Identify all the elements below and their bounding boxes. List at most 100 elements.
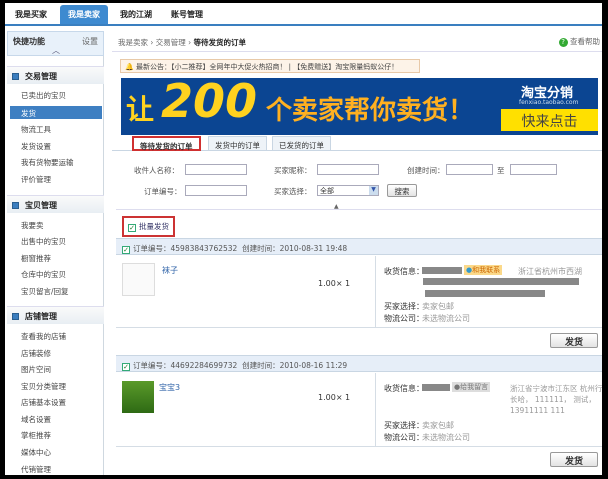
page: 我是买家 我是卖家 我的江湖 账号管理 快捷功能 设置 ︿ 交易管理 已卖出的宝… bbox=[5, 3, 602, 475]
sidebar-item[interactable]: 评价管理 bbox=[21, 174, 51, 185]
section-items[interactable]: 宝贝管理 bbox=[7, 195, 104, 213]
help-icon: ? bbox=[558, 38, 568, 47]
tab-shipped[interactable]: 已发货的订单 bbox=[272, 136, 331, 151]
product-thumbnail[interactable] bbox=[122, 263, 155, 296]
to-label: 至 bbox=[497, 166, 505, 175]
order-no-input[interactable] bbox=[185, 185, 247, 196]
sidebar-item[interactable]: 物流工具 bbox=[21, 124, 51, 135]
collapse-icon bbox=[12, 202, 19, 209]
sidebar-item[interactable]: 我要卖 bbox=[21, 220, 44, 231]
tab-waiting[interactable]: 等待发货的订单 bbox=[132, 136, 201, 151]
recv-label: 收货信息： bbox=[384, 384, 424, 393]
sidebar-item[interactable]: 仓库中的宝贝 bbox=[21, 269, 66, 280]
settings-link[interactable]: 设置 bbox=[82, 36, 98, 47]
ad-banner[interactable]: 让 200 个卖家帮你卖货！ 淘宝分销 fenxiao.taobao.com 快… bbox=[121, 78, 598, 135]
sidebar-item[interactable]: 出售中的宝贝 bbox=[21, 236, 66, 247]
quick-panel: 快捷功能 设置 ︿ bbox=[7, 31, 104, 56]
crumb-seller[interactable]: 我是卖家 bbox=[118, 38, 148, 47]
section-title: 店铺管理 bbox=[25, 312, 57, 321]
tab-account[interactable]: 账号管理 bbox=[171, 9, 203, 20]
banner-cta[interactable]: 快来点击 bbox=[501, 109, 598, 131]
sidebar-item[interactable]: 域名设置 bbox=[21, 414, 51, 425]
sidebar-item[interactable]: 店铺装修 bbox=[21, 348, 51, 359]
order-checkbox[interactable]: ✓ bbox=[122, 246, 130, 254]
receiver-label: 收件人名称： bbox=[134, 166, 179, 175]
order-tabs: 等待发货的订单 发货中的订单 已发货的订单 bbox=[112, 136, 602, 151]
logi-label: 物流公司： bbox=[384, 314, 424, 323]
order-body: 袜子 1.00× 1 收货信息： ●和我联系 浙江省杭州市西湖 买家选择： 卖家包… bbox=[116, 256, 602, 328]
sidebar-item[interactable]: 发货设置 bbox=[21, 141, 51, 152]
price-qty: 1.00× 1 bbox=[318, 279, 351, 288]
sidebar-item[interactable]: 我有货物要运输 bbox=[21, 157, 74, 168]
sidebar-item[interactable]: 店铺基本设置 bbox=[21, 397, 66, 408]
sidebar-item[interactable]: 图片空间 bbox=[21, 364, 51, 375]
sidebar-item-ship[interactable]: 发货 bbox=[10, 106, 102, 119]
help-link[interactable]: ? 查看帮助 bbox=[558, 36, 600, 47]
address: 浙江省宁波市江东区 杭州行长哈， 111111， 测试， 13911111 11… bbox=[510, 384, 602, 415]
tab-buyer[interactable]: 我是买家 bbox=[15, 9, 47, 20]
order-time: 2010-08-31 19:48 bbox=[279, 244, 348, 253]
tab-seller[interactable]: 我是卖家 bbox=[60, 5, 108, 24]
product-link[interactable]: 宝宝3 bbox=[159, 382, 180, 393]
sidebar-item[interactable]: 掌柜推荐 bbox=[21, 430, 51, 441]
main-content: 我是卖家 › 交易管理 › 等待发货的订单 ? 查看帮助 🔔 最新公告：【小二推… bbox=[112, 31, 602, 475]
search-button[interactable]: 搜索 bbox=[387, 184, 417, 197]
product-link[interactable]: 袜子 bbox=[162, 265, 178, 276]
notice-text[interactable]: 最新公告：【小二推荐】全网年中大促火热招商！ | 【免费赠送】淘宝限量蚂蚁公仔！ bbox=[136, 63, 398, 71]
order-number: 44692284699732 bbox=[170, 361, 238, 370]
banner-url: fenxiao.taobao.com bbox=[519, 99, 579, 106]
order-header: ✓ 订单编号：45983843762532 创建时间：2010-08-31 19:… bbox=[116, 238, 602, 255]
collapse-icon bbox=[12, 73, 19, 80]
logi-label: 物流公司： bbox=[384, 433, 424, 442]
notice-bar: 🔔 最新公告：【小二推荐】全网年中大促火热招商！ | 【免费赠送】淘宝限量蚂蚁公… bbox=[120, 59, 420, 73]
sidebar: 快捷功能 设置 ︿ 交易管理 已卖出的宝贝 发货 物流工具 发货设置 我有货物要… bbox=[5, 31, 104, 475]
logistics: 未选物流公司 bbox=[422, 314, 470, 323]
tab-shipping[interactable]: 发货中的订单 bbox=[208, 136, 267, 151]
collapse-icon bbox=[12, 313, 19, 320]
tab-jianghu[interactable]: 我的江湖 bbox=[120, 9, 152, 20]
created-label: 创建时间： bbox=[407, 166, 445, 175]
order-header: ✓ 订单编号：44692284699732 创建时间：2010-08-16 11:… bbox=[116, 355, 602, 372]
date-from-input[interactable] bbox=[446, 164, 493, 175]
section-trade[interactable]: 交易管理 bbox=[7, 66, 104, 84]
buyer-choice: 卖家包邮 bbox=[422, 302, 454, 311]
contact-me-button[interactable]: ●和我联系 bbox=[464, 265, 503, 275]
bell-icon: 🔔 bbox=[125, 63, 134, 71]
product-thumbnail[interactable] bbox=[122, 381, 154, 413]
sidebar-item[interactable]: 已卖出的宝贝 bbox=[21, 90, 66, 101]
select-value: 全部 bbox=[320, 187, 334, 195]
top-nav: 我是买家 我是卖家 我的江湖 账号管理 bbox=[5, 3, 602, 26]
banner-pre: 让 bbox=[126, 93, 155, 126]
price-qty: 1.00× 1 bbox=[318, 393, 351, 402]
help-label: 查看帮助 bbox=[570, 37, 600, 46]
buyer-choice-label: 买家选择： bbox=[274, 187, 312, 196]
sidebar-item[interactable]: 媒体中心 bbox=[21, 447, 51, 458]
ship-button[interactable]: 发货 bbox=[550, 452, 598, 467]
buyer-choice-select[interactable]: 全部 ▼ bbox=[317, 185, 379, 196]
collapse-icon[interactable]: ︿ bbox=[52, 45, 60, 56]
batch-ship-checkbox[interactable]: ✓ 批量发货 bbox=[122, 216, 175, 237]
order-no-label: 订单编号： bbox=[144, 187, 182, 196]
receiver-input[interactable] bbox=[185, 164, 247, 175]
sidebar-item[interactable]: 查看我的店铺 bbox=[21, 331, 66, 342]
crumb-trade[interactable]: 交易管理 bbox=[156, 38, 186, 47]
choice-label: 买家选择： bbox=[384, 302, 424, 311]
recv-label: 收货信息： bbox=[384, 267, 424, 276]
order-body: 宝宝3 1.00× 1 收货信息： ●给我留言 浙江省宁波市江东区 杭州行长哈，… bbox=[116, 373, 602, 447]
date-to-input[interactable] bbox=[510, 164, 557, 175]
section-shop[interactable]: 店铺管理 bbox=[7, 306, 104, 324]
sidebar-item[interactable]: 代销管理 bbox=[21, 464, 51, 475]
buyer-nick-label: 买家昵称： bbox=[274, 166, 312, 175]
order-time: 2010-08-16 11:29 bbox=[279, 361, 348, 370]
buyer-nick-input[interactable] bbox=[317, 164, 379, 175]
sidebar-item[interactable]: 宝贝留言/回复 bbox=[21, 286, 69, 297]
banner-post: 个卖家帮你卖货！ bbox=[266, 96, 475, 126]
sidebar-item[interactable]: 橱窗推荐 bbox=[21, 253, 51, 264]
quick-title: 快捷功能 bbox=[13, 37, 45, 46]
order-checkbox[interactable]: ✓ bbox=[122, 363, 130, 371]
crumb-current: 等待发货的订单 bbox=[193, 38, 247, 47]
chevron-down-icon: ▼ bbox=[369, 186, 378, 195]
checkbox-icon: ✓ bbox=[128, 224, 136, 232]
ship-button[interactable]: 发货 bbox=[550, 333, 598, 348]
sidebar-item[interactable]: 宝贝分类管理 bbox=[21, 381, 66, 392]
